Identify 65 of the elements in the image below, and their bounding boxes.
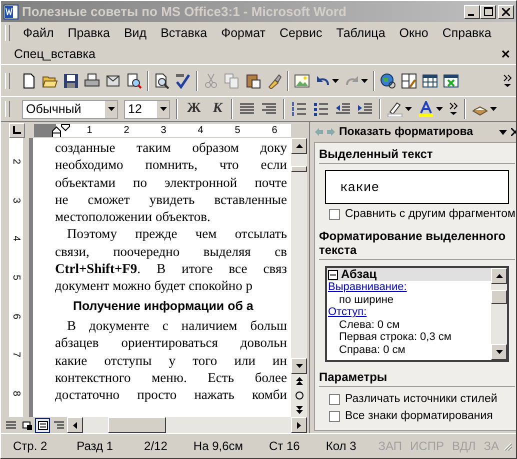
- ruler-number: 6: [10, 313, 22, 319]
- menu-item[interactable]: Окно: [392, 26, 436, 40]
- property-value: Справа: 0 см: [338, 344, 406, 357]
- style-dropdown[interactable]: Обычный: [22, 100, 118, 118]
- status-field: Ст 16: [261, 439, 308, 453]
- preview-text: какие: [340, 180, 380, 194]
- text-line: В документе с наличием больш: [66, 316, 287, 334]
- text-line: не сможет увидеть вставленные: [55, 190, 287, 208]
- menu-item[interactable]: Сервис: [272, 26, 330, 40]
- status-field: На 9,6см: [185, 439, 252, 453]
- checkbox-option[interactable]: Сравнить с другим фрагментом: [319, 208, 516, 220]
- tree-label: Абзац: [341, 268, 377, 281]
- ruler-number: 4: [10, 236, 22, 242]
- section-heading: Получение информации об а: [72, 298, 254, 315]
- text-line: местоположении объектов.: [55, 208, 212, 226]
- status-field: 2/12: [136, 439, 176, 453]
- toolbar-title: Спец_вставка: [14, 47, 96, 61]
- property-value: по ширине: [338, 294, 395, 306]
- status-field: Стр. 2: [5, 439, 59, 453]
- section-heading: Параметры: [319, 370, 516, 387]
- font-size-dropdown[interactable]: 12: [124, 100, 170, 118]
- property-link[interactable]: Отступ:: [327, 306, 492, 319]
- property-value: Слева: 0 см: [338, 318, 401, 332]
- text-line: связи, поочередно выделяя св: [55, 242, 287, 260]
- close-button[interactable]: ×: [501, 46, 510, 62]
- menu-item[interactable]: Формат: [214, 26, 272, 40]
- text-line: документ можно будет спокойно р: [55, 277, 254, 295]
- menu-item[interactable]: Файл: [16, 26, 61, 40]
- status-field: Разд 1: [68, 439, 126, 453]
- text-line: объектами по электронной почте: [55, 174, 287, 191]
- ruler-number: 5: [10, 274, 22, 280]
- text-line: достаточно просто нажать комби: [55, 386, 287, 404]
- ruler-number: 8: [10, 390, 22, 396]
- ruler-number: 2: [122, 124, 130, 136]
- tree-node[interactable]: Абзац: [327, 268, 492, 281]
- property-value: Первая строка: 0,3 см: [338, 331, 452, 344]
- checkbox-option[interactable]: Различать источники стилей: [319, 393, 516, 405]
- ruler-number: 3: [160, 124, 168, 136]
- menu-item[interactable]: Правка: [60, 26, 117, 40]
- italic-button[interactable]: К: [210, 101, 226, 117]
- menu-item[interactable]: Вставка: [154, 26, 214, 40]
- text-line: абзацев ориентироваться довольн: [55, 334, 287, 352]
- menu-item[interactable]: Таблица: [329, 26, 392, 40]
- ruler-number: 2: [10, 158, 22, 164]
- status-field: Кол 3: [318, 439, 364, 453]
- text-line: какие отступы у того или ин: [55, 352, 287, 369]
- checkbox-option[interactable]: Все знаки форматирования: [319, 410, 516, 422]
- text-line: необходимо помнить, что если: [55, 156, 287, 174]
- text-line: Ctrl+Shift+F9. В итоге все связ: [55, 260, 287, 278]
- pane-title: Показать форматирова: [339, 126, 474, 138]
- menu-item[interactable]: Вид: [116, 26, 154, 40]
- ruler-number: 4: [196, 124, 204, 136]
- text-line: созданные таким образом доку: [55, 139, 287, 156]
- section-heading: Выделенный текст: [319, 147, 516, 164]
- ruler-number: 3: [10, 197, 22, 203]
- text-line: Поэтому прежде чем отсылать: [66, 225, 287, 243]
- text-line: контекстного меню. Есть более: [55, 368, 287, 386]
- ruler-number: 5: [234, 124, 242, 136]
- ruler-number: 1: [86, 124, 94, 136]
- ruler-number: 6: [270, 124, 278, 136]
- bold-button[interactable]: Ж: [184, 101, 204, 117]
- menu-item[interactable]: Справка: [435, 26, 498, 40]
- property-link[interactable]: Выравнивание:: [327, 281, 492, 294]
- section-heading: Форматирование выделенного текста: [319, 229, 516, 260]
- ruler-number: 7: [10, 352, 22, 358]
